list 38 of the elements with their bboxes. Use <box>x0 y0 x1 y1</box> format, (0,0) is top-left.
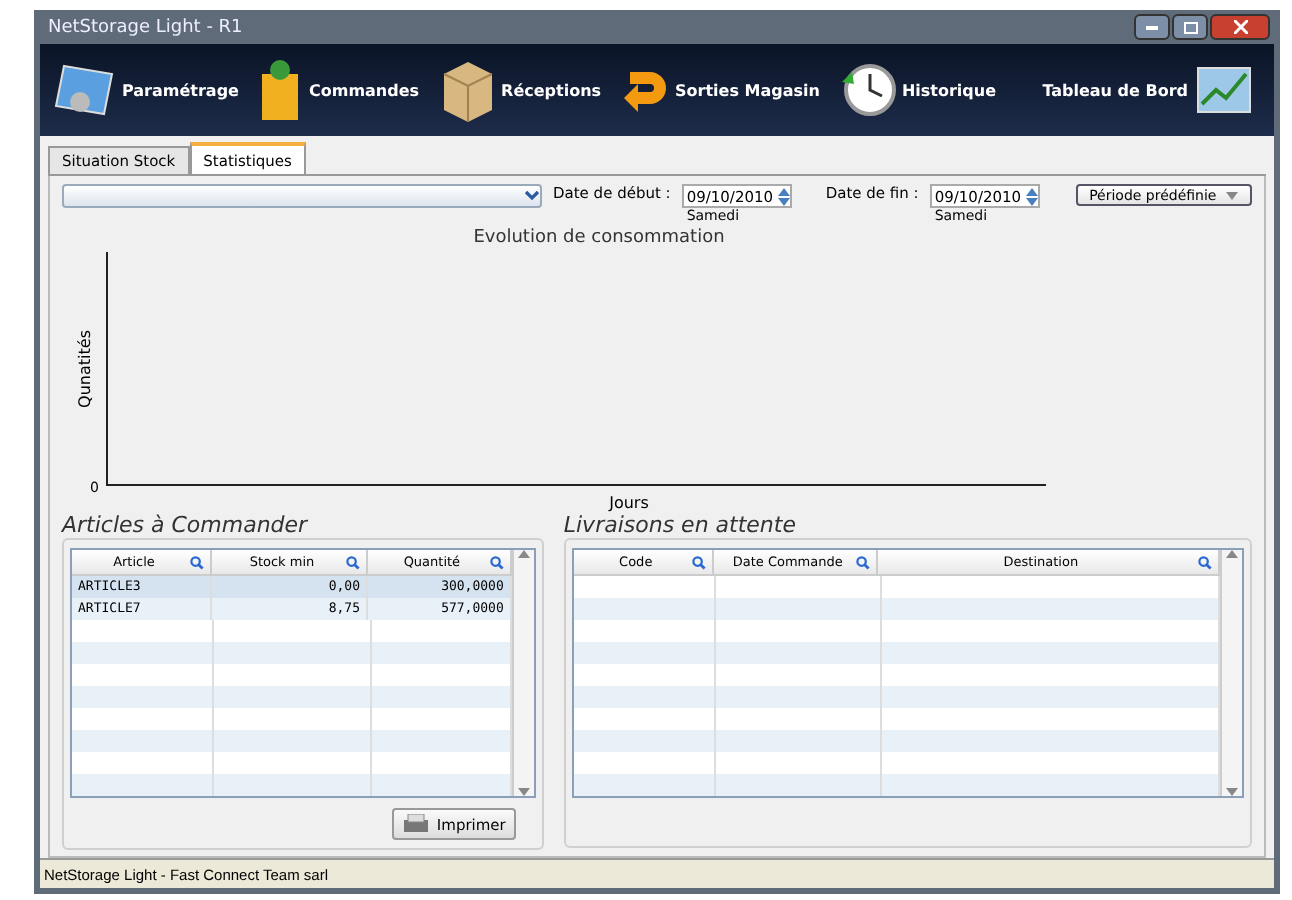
search-icon[interactable] <box>691 555 706 569</box>
minimize-button[interactable] <box>1134 14 1170 40</box>
chart-title: Evolution de consommation <box>471 228 727 252</box>
toolbar-button[interactable]: Paramétrage <box>122 81 239 99</box>
section-title: Livraisons en attente <box>563 514 798 538</box>
search-icon[interactable] <box>489 555 504 569</box>
close-icon <box>1233 20 1247 34</box>
caret-icon <box>517 788 530 796</box>
chevron-icon <box>523 190 539 202</box>
clock-icon <box>839 62 896 118</box>
search-icon[interactable] <box>346 555 360 569</box>
spinner-icon[interactable] <box>777 187 790 205</box>
search-icon[interactable] <box>1198 555 1212 569</box>
caret-icon <box>1226 191 1238 199</box>
scrollbar[interactable] <box>511 550 534 796</box>
toolbar-button[interactable]: Commandes <box>308 81 420 99</box>
spinner-icon[interactable] <box>1025 187 1038 205</box>
axis-label: Jours <box>606 492 651 514</box>
window-title: NetStorage Light - R1 <box>48 17 243 37</box>
bag-icon <box>258 58 303 122</box>
caret-icon <box>1226 788 1238 796</box>
scrollbar[interactable] <box>1220 550 1242 796</box>
box-icon <box>439 58 496 122</box>
axis-label: Qunatités <box>75 330 93 408</box>
section-title: Articles à Commander <box>62 514 310 538</box>
toolbar-button[interactable]: Historique <box>901 81 997 99</box>
maximize-button[interactable] <box>1172 14 1208 40</box>
toolbar-button[interactable]: Réceptions <box>501 81 602 99</box>
toolbar-button[interactable]: Sorties Magasin <box>675 81 820 99</box>
search-icon[interactable] <box>190 555 204 569</box>
toolbar-button[interactable]: Tableau de Bord <box>1042 81 1188 99</box>
maximize-icon <box>1183 21 1197 33</box>
search-icon[interactable] <box>855 555 870 569</box>
minimize-icon <box>1146 25 1158 29</box>
caret-icon <box>1226 550 1238 558</box>
printer-icon <box>401 814 430 834</box>
close-button[interactable] <box>1210 14 1270 40</box>
caret-icon <box>517 550 530 558</box>
